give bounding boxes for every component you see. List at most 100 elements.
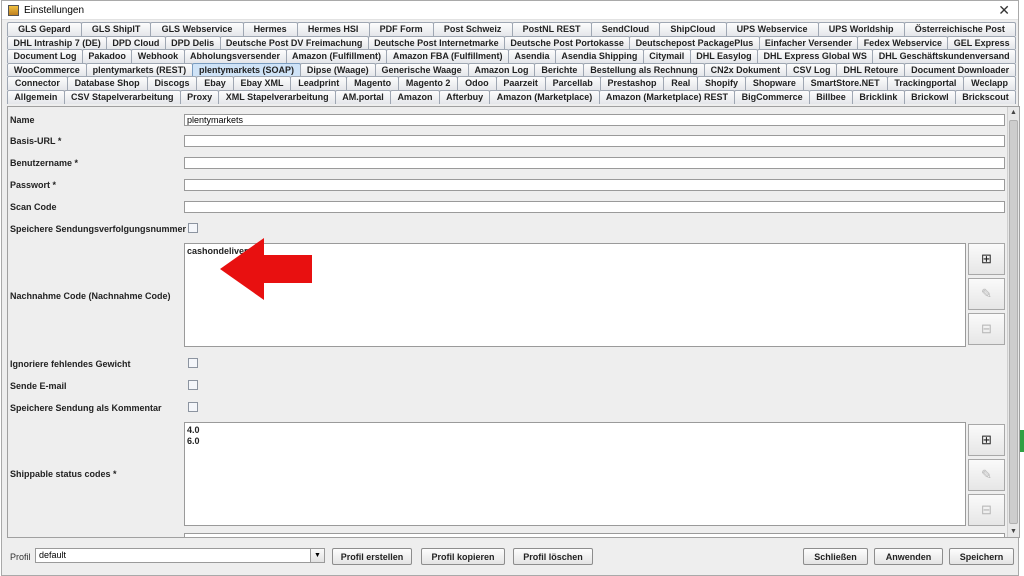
- tab-postnl-rest[interactable]: PostNL REST: [511, 22, 592, 36]
- tab-ebay[interactable]: Ebay: [196, 76, 234, 90]
- shippable-edit-button[interactable]: ✎: [968, 459, 1005, 491]
- benutzername-field[interactable]: [184, 157, 1005, 169]
- next-field-partial[interactable]: [184, 533, 1005, 537]
- close-icon[interactable]: ✕: [998, 2, 1010, 18]
- tab-dpd-delis[interactable]: DPD Delis: [164, 35, 221, 50]
- tab-odoo[interactable]: Odoo: [457, 76, 497, 90]
- tab-xml-stapelverarbeitung[interactable]: XML Stapelverarbeitung: [218, 89, 336, 104]
- nachnahme-remove-button[interactable]: ⊟: [968, 313, 1005, 345]
- tab-leadprint[interactable]: Leadprint: [290, 76, 348, 90]
- tab-amazon-marketplace-rest[interactable]: Amazon (Marketplace) REST: [598, 89, 736, 104]
- passwort-field[interactable]: [184, 179, 1005, 191]
- tab-document-downloader[interactable]: Document Downloader: [904, 62, 1017, 77]
- tab-document-log[interactable]: Document Log: [7, 49, 83, 63]
- nachnahme-add-button[interactable]: ⊞: [968, 243, 1005, 275]
- tab-csv-stapelverarbeitung[interactable]: CSV Stapelverarbeitung: [63, 89, 181, 104]
- tab-dipse-waage[interactable]: Dipse (Waage): [300, 62, 376, 77]
- tab-fedex-webservice[interactable]: Fedex Webservice: [857, 35, 949, 50]
- tab-hermes-hsi[interactable]: Hermes HSI: [296, 22, 370, 36]
- scan-code-field[interactable]: [184, 201, 1005, 213]
- list-item[interactable]: 4.0: [187, 425, 963, 436]
- tab-asendia-shipping[interactable]: Asendia Shipping: [554, 49, 644, 63]
- close-button[interactable]: Schließen: [803, 548, 868, 565]
- tab-dpd-cloud[interactable]: DPD Cloud: [106, 35, 166, 50]
- tab-hermes[interactable]: Hermes: [242, 22, 298, 36]
- tab-brickscout[interactable]: Brickscout: [954, 89, 1017, 104]
- shippable-remove-button[interactable]: ⊟: [968, 494, 1005, 526]
- shippable-add-button[interactable]: ⊞: [968, 424, 1005, 456]
- tab-afterbuy[interactable]: Afterbuy: [438, 89, 491, 104]
- tab-dhl-intraship-7-de[interactable]: DHL Intraship 7 (DE): [7, 35, 108, 50]
- list-item[interactable]: 6.0: [187, 436, 963, 447]
- tab-bigcommerce[interactable]: BigCommerce: [734, 89, 810, 104]
- tab-woocommerce[interactable]: WooCommerce: [7, 62, 87, 77]
- tab-dhl-express-global-ws[interactable]: DHL Express Global WS: [757, 49, 874, 63]
- tab-dhl-retoure[interactable]: DHL Retoure: [836, 62, 906, 77]
- gewicht-checkbox[interactable]: [188, 358, 198, 368]
- tab-dhl-geschäftskundenversand[interactable]: DHL Geschäftskundenversand: [872, 49, 1017, 63]
- scroll-thumb[interactable]: [1009, 120, 1018, 524]
- kommentar-checkbox[interactable]: [188, 402, 198, 412]
- tab-deutsche-post-internetmarke[interactable]: Deutsche Post Internetmarke: [367, 35, 506, 50]
- tab-amazon-fba-fulfillment[interactable]: Amazon FBA (Fulfillment): [386, 49, 509, 63]
- tab-einfacher-versender[interactable]: Einfacher Versender: [758, 35, 859, 50]
- tab-amazon[interactable]: Amazon: [390, 89, 440, 104]
- tab-discogs[interactable]: Discogs: [146, 76, 198, 90]
- profile-delete-button[interactable]: Profil löschen: [513, 548, 593, 565]
- tab-gel-express[interactable]: GEL Express: [947, 35, 1017, 50]
- tab-trackingportal[interactable]: Trackingportal: [886, 76, 965, 90]
- tab-ups-worldship[interactable]: UPS Worldship: [817, 22, 905, 36]
- tab-pakadoo[interactable]: Pakadoo: [81, 49, 133, 63]
- scroll-down-icon[interactable]: ▼: [1008, 526, 1019, 537]
- tab-bricklink[interactable]: Bricklink: [852, 89, 905, 104]
- tab-abholungsversender[interactable]: Abholungsversender: [183, 49, 287, 63]
- tab-berichte[interactable]: Berichte: [534, 62, 585, 77]
- nachnahme-edit-button[interactable]: ✎: [968, 278, 1005, 310]
- tab-billbee[interactable]: Billbee: [808, 89, 854, 104]
- tab-shipcloud[interactable]: ShipCloud: [659, 22, 727, 36]
- vertical-scrollbar[interactable]: ▲ ▼: [1007, 107, 1019, 537]
- tab-am-portal[interactable]: AM.portal: [334, 89, 392, 104]
- tab-deutschepost-packageplus[interactable]: Deutschepost PackagePlus: [629, 35, 760, 50]
- tab-sendcloud[interactable]: SendCloud: [590, 22, 661, 36]
- tab-österreichische-post[interactable]: Österreichische Post: [903, 22, 1016, 36]
- tab-amazon-marketplace[interactable]: Amazon (Marketplace): [489, 89, 600, 104]
- tab-magento-2[interactable]: Magento 2: [397, 76, 459, 90]
- tab-cn2x-dokument[interactable]: CN2x Dokument: [703, 62, 788, 77]
- tab-post-schweiz[interactable]: Post Schweiz: [432, 22, 513, 36]
- tab-gls-webservice[interactable]: GLS Webservice: [150, 22, 244, 36]
- tab-ups-webservice[interactable]: UPS Webservice: [725, 22, 819, 36]
- tab-asendia[interactable]: Asendia: [508, 49, 556, 63]
- tracking-checkbox[interactable]: [188, 223, 198, 233]
- tab-allgemein[interactable]: Allgemein: [7, 89, 65, 104]
- tab-webhook[interactable]: Webhook: [131, 49, 185, 63]
- tab-weclapp[interactable]: Weclapp: [963, 76, 1016, 90]
- tab-amazon-log[interactable]: Amazon Log: [467, 62, 536, 77]
- tab-gls-gepard[interactable]: GLS Gepard: [7, 22, 82, 36]
- tab-deutsche-post-portokasse[interactable]: Deutsche Post Portokasse: [504, 35, 631, 50]
- profile-select[interactable]: default ▼: [35, 548, 325, 563]
- profile-copy-button[interactable]: Profil kopieren: [421, 548, 505, 565]
- name-field[interactable]: plentymarkets: [184, 114, 1005, 126]
- tab-database-shop[interactable]: Database Shop: [66, 76, 148, 90]
- tab-gls-shipit[interactable]: GLS ShipIT: [80, 22, 152, 36]
- tab-csv-log[interactable]: CSV Log: [786, 62, 838, 77]
- tab-connector[interactable]: Connector: [7, 76, 68, 90]
- tab-smartstore-net[interactable]: SmartStore.NET: [802, 76, 888, 90]
- tab-proxy[interactable]: Proxy: [179, 89, 220, 104]
- tab-brickowl[interactable]: Brickowl: [903, 89, 956, 104]
- scroll-up-icon[interactable]: ▲: [1008, 107, 1019, 118]
- tab-magento[interactable]: Magento: [346, 76, 399, 90]
- save-button[interactable]: Speichern: [949, 548, 1014, 565]
- apply-button[interactable]: Anwenden: [874, 548, 943, 565]
- tab-amazon-fulfillment[interactable]: Amazon (Fulfillment): [285, 49, 388, 63]
- tab-bestellung-als-rechnung[interactable]: Bestellung als Rechnung: [583, 62, 705, 77]
- tab-plentymarkets-soap[interactable]: plentymarkets (SOAP): [192, 62, 301, 77]
- email-checkbox[interactable]: [188, 380, 198, 390]
- tab-citymail[interactable]: Citymail: [642, 49, 691, 63]
- tab-shopify[interactable]: Shopify: [697, 76, 746, 90]
- tab-plentymarkets-rest[interactable]: plentymarkets (REST): [85, 62, 194, 77]
- tab-paarzeit[interactable]: Paarzeit: [495, 76, 546, 90]
- tab-ebay-xml[interactable]: Ebay XML: [232, 76, 292, 90]
- chevron-down-icon[interactable]: ▼: [310, 549, 324, 562]
